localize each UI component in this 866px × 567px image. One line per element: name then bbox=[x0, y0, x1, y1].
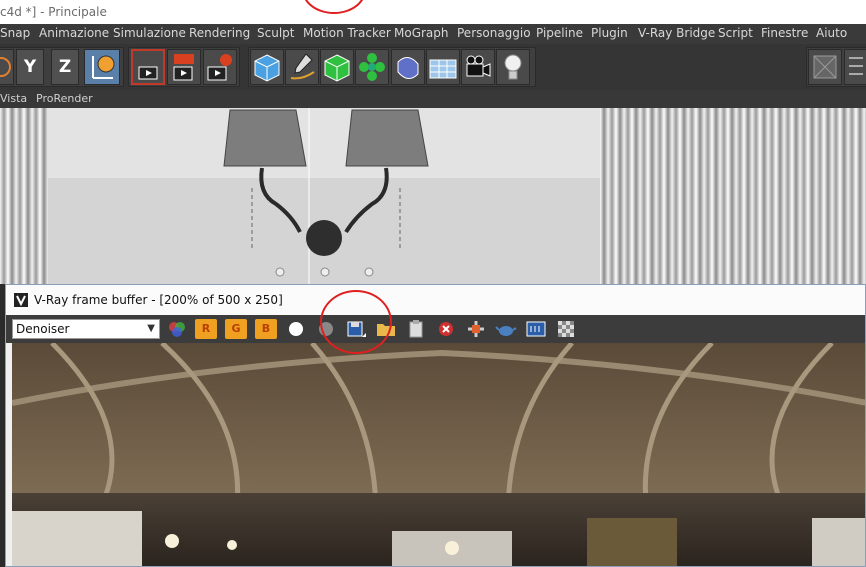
channel-select[interactable]: Denoiser ▼ bbox=[12, 319, 160, 339]
red-channel-button[interactable]: R bbox=[195, 319, 217, 339]
cube-button[interactable] bbox=[250, 49, 284, 85]
snap-icon bbox=[849, 57, 863, 75]
subdivision-icon bbox=[324, 54, 350, 82]
floor-icon bbox=[429, 59, 457, 79]
render-settings-button[interactable] bbox=[203, 49, 237, 85]
window-title: c4d *] - Principale bbox=[0, 5, 107, 19]
menu-vray-bridge[interactable]: V-Ray Bridge bbox=[638, 26, 715, 40]
menu-motion-tracker[interactable]: Motion Tracker bbox=[303, 26, 391, 40]
viewport-menu-bar: Vista ProRender bbox=[0, 90, 866, 108]
viewport-scene bbox=[0, 108, 866, 284]
light-button[interactable] bbox=[496, 49, 530, 85]
lens-effects-icon bbox=[526, 321, 546, 337]
track-mouse-icon bbox=[468, 321, 484, 337]
camera-icon bbox=[466, 55, 491, 77]
world-axis-icon bbox=[92, 55, 115, 79]
vray-frame-buffer-window: V-Ray frame buffer - [200% of 500 x 250]… bbox=[5, 284, 866, 567]
subdivision-button[interactable] bbox=[320, 49, 354, 85]
lens-effects-button[interactable] bbox=[525, 319, 547, 339]
menu-rendering[interactable]: Rendering bbox=[189, 26, 250, 40]
z-axis-button[interactable]: Z bbox=[51, 49, 79, 85]
snap-tool-button[interactable] bbox=[844, 49, 866, 85]
pen-button[interactable] bbox=[285, 49, 319, 85]
menu-sculpt[interactable]: Sculpt bbox=[257, 26, 294, 40]
vfb-title-bar: V-Ray frame buffer - [200% of 500 x 250] bbox=[6, 285, 865, 315]
vfb-toolbar: Denoiser ▼ R G B bbox=[6, 315, 865, 343]
window-title-bar: c4d *] - Principale bbox=[0, 0, 866, 24]
world-axis-button[interactable] bbox=[84, 49, 120, 85]
render-view-icon bbox=[138, 66, 158, 80]
chevron-down-icon: ▼ bbox=[147, 323, 155, 334]
cloner-button[interactable] bbox=[355, 49, 389, 85]
cloner-icon bbox=[359, 53, 385, 81]
menu-animazione[interactable]: Animazione bbox=[39, 26, 109, 40]
menu-mograph[interactable]: MoGraph bbox=[394, 26, 449, 40]
color-channels-button[interactable] bbox=[166, 319, 188, 339]
menu-aiuto[interactable]: Aiuto bbox=[816, 26, 847, 40]
white-circle-icon bbox=[289, 322, 303, 336]
teapot-icon bbox=[495, 326, 517, 336]
clipboard-button[interactable] bbox=[405, 319, 427, 339]
render-teapot-button[interactable] bbox=[495, 319, 517, 339]
open-folder-icon bbox=[377, 324, 395, 336]
monochrome-button[interactable] bbox=[315, 319, 337, 339]
viewport-menu-vista[interactable]: Vista bbox=[0, 90, 27, 108]
open-image-button[interactable] bbox=[375, 319, 397, 339]
rendered-image bbox=[12, 343, 865, 566]
blue-channel-button[interactable]: B bbox=[255, 319, 277, 339]
menu-pipeline[interactable]: Pipeline bbox=[536, 26, 583, 40]
menu-personaggio[interactable]: Personaggio bbox=[457, 26, 531, 40]
viewport-menu-prorender[interactable]: ProRender bbox=[36, 90, 93, 108]
deformer-icon bbox=[397, 57, 419, 79]
rendered-interior-image bbox=[12, 343, 865, 566]
menu-simulazione[interactable]: Simulazione bbox=[113, 26, 186, 40]
render-view-button[interactable] bbox=[131, 49, 165, 85]
render-picture-viewer-button[interactable] bbox=[167, 49, 201, 85]
workplane-button[interactable] bbox=[808, 49, 842, 85]
floor-button[interactable] bbox=[426, 49, 460, 85]
clear-image-button[interactable] bbox=[435, 319, 457, 339]
green-channel-button[interactable]: G bbox=[225, 319, 247, 339]
gray-sphere-icon bbox=[319, 322, 333, 336]
menu-snap[interactable]: Snap bbox=[0, 26, 30, 40]
menu-script[interactable]: Script bbox=[718, 26, 753, 40]
camera-button[interactable] bbox=[461, 49, 495, 85]
checker-icon bbox=[558, 321, 574, 337]
menu-bar: Snap Animazione Simulazione Rendering Sc… bbox=[0, 24, 866, 44]
x-axis-button[interactable] bbox=[0, 49, 14, 85]
pen-spline-icon bbox=[290, 53, 315, 80]
render-settings-icon bbox=[207, 54, 232, 81]
editor-viewport[interactable] bbox=[0, 108, 866, 284]
alpha-button[interactable] bbox=[285, 319, 307, 339]
y-axis-button[interactable]: Y bbox=[16, 49, 44, 85]
menu-plugin[interactable]: Plugin bbox=[591, 26, 628, 40]
cube-icon bbox=[254, 54, 280, 82]
light-icon bbox=[504, 54, 522, 80]
workplane-icon bbox=[813, 55, 837, 79]
track-mouse-button[interactable] bbox=[465, 319, 487, 339]
main-toolbar: Y Z bbox=[0, 44, 866, 90]
checker-button[interactable] bbox=[555, 319, 577, 339]
channel-select-value: Denoiser bbox=[16, 322, 70, 336]
color-channels-icon bbox=[169, 322, 185, 337]
clipboard-icon bbox=[409, 320, 423, 338]
menu-finestre[interactable]: Finestre bbox=[761, 26, 808, 40]
x-axis-icon bbox=[0, 57, 11, 77]
save-image-icon bbox=[347, 321, 366, 337]
deformer-button[interactable] bbox=[391, 49, 425, 85]
vfb-title: V-Ray frame buffer - [200% of 500 x 250] bbox=[34, 293, 283, 307]
save-image-button[interactable] bbox=[345, 319, 367, 339]
render-picture-viewer-icon bbox=[173, 54, 194, 81]
vray-logo-icon bbox=[14, 293, 28, 307]
clear-image-icon bbox=[439, 322, 453, 336]
